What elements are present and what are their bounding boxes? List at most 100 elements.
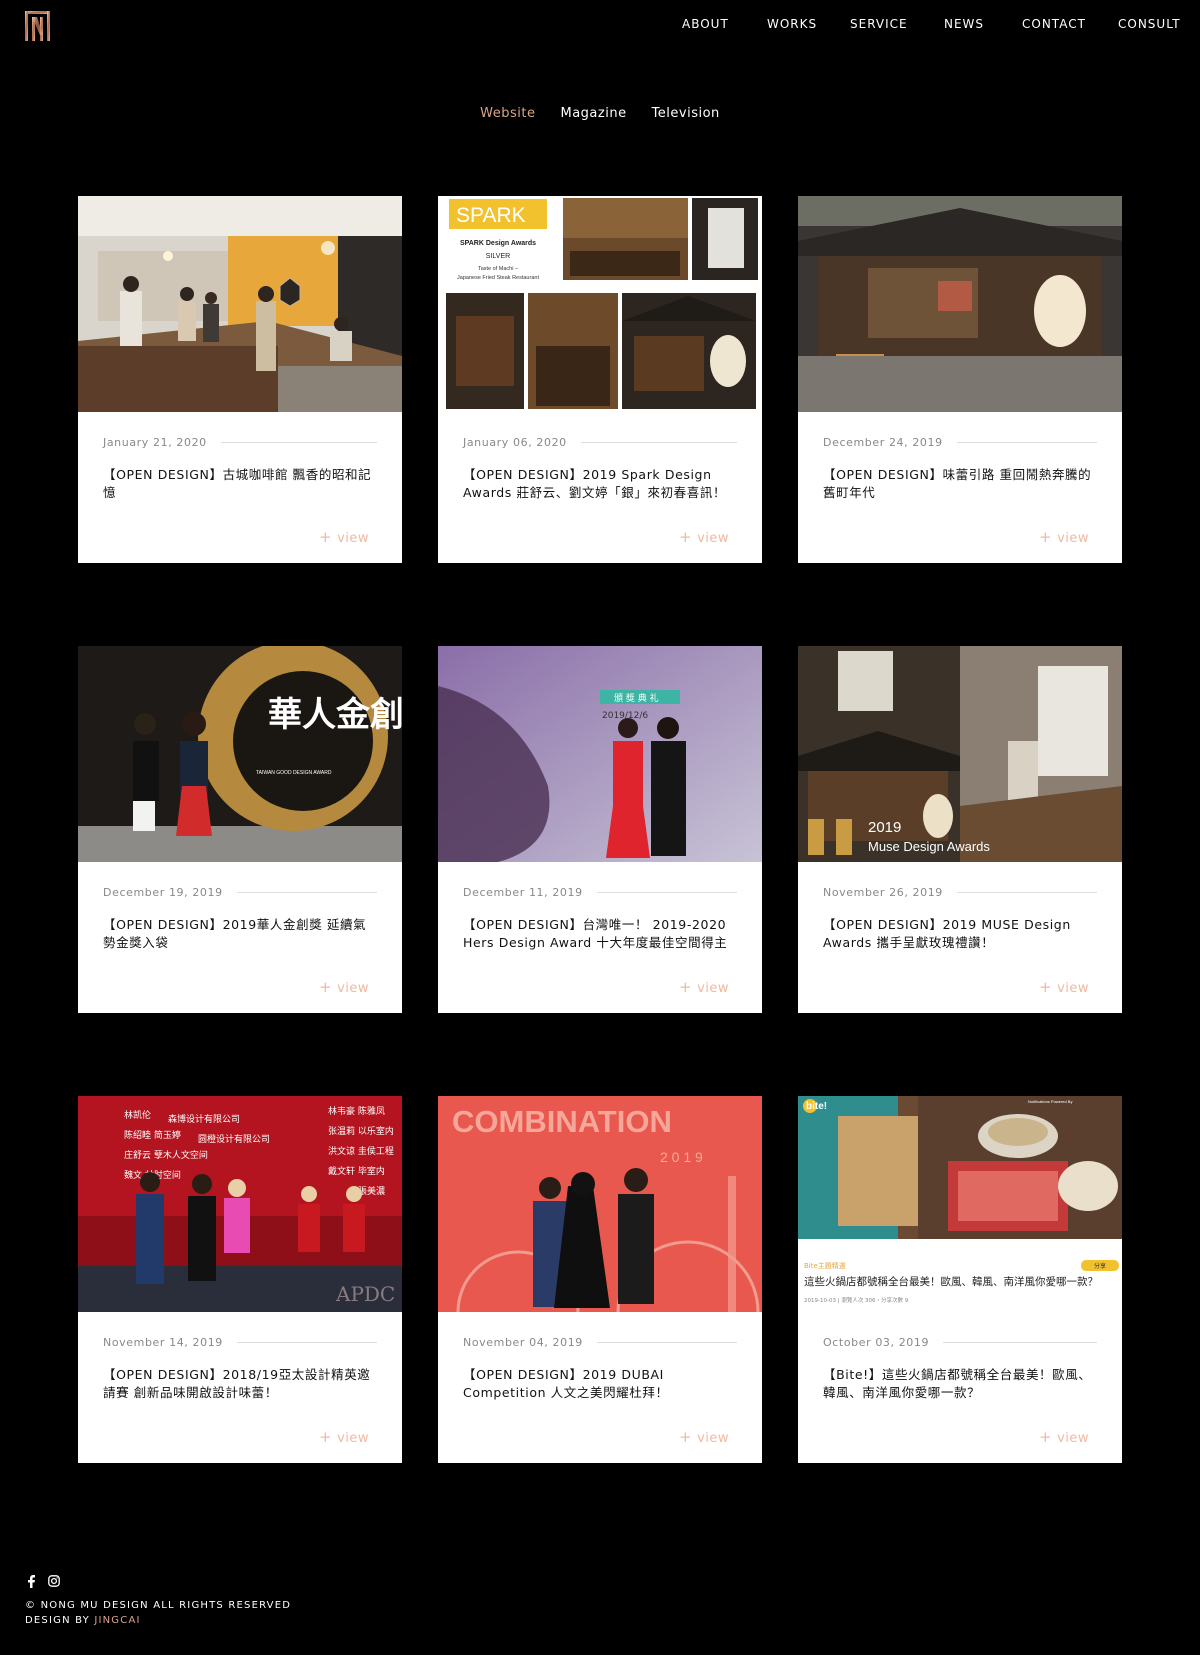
view-link[interactable]: + view (1039, 528, 1089, 546)
divider (236, 1342, 377, 1343)
card-date: November 26, 2019 (823, 886, 943, 899)
news-card[interactable]: COMBINATION 2 0 1 9 November 04, 2019 【O… (438, 1096, 762, 1463)
nav-consult[interactable]: CONSULT (1118, 17, 1181, 31)
view-link[interactable]: + view (319, 978, 369, 996)
plus-icon: + (318, 1428, 333, 1446)
nav-about[interactable]: ABOUT (682, 17, 729, 31)
view-link[interactable]: + view (679, 528, 729, 546)
tab-website[interactable]: Website (480, 106, 535, 121)
muse-year-text: 2019 (868, 819, 901, 836)
view-label: view (1057, 1431, 1089, 1446)
plus-icon: + (678, 528, 693, 546)
view-label: view (337, 981, 369, 996)
tab-magazine[interactable]: Magazine (561, 106, 627, 121)
design-credit-prefix: DESIGN BY (25, 1615, 95, 1626)
nav-contact[interactable]: CONTACT (1022, 17, 1086, 31)
news-card[interactable]: 林凯伦 森博设计有限公司 陈绍睦 简玉婷 圆橙设计有限公司 庄舒云 孽木人文空间… (78, 1096, 402, 1463)
view-label: view (697, 981, 729, 996)
bite-headline-text: 這些火鍋店都號稱全台最美！歐風、韓風、南洋風你愛哪一款？ (804, 1275, 1098, 1288)
view-label: view (697, 531, 729, 546)
view-label: view (337, 1431, 369, 1446)
plus-icon: + (1038, 1428, 1053, 1446)
card-image-storefront[interactable] (798, 196, 1122, 412)
card-title[interactable]: 【OPEN DESIGN】2018/19亞太設計精英邀請賽 創新品味開啟設計味蕾… (103, 1366, 377, 1402)
bite-notification-text: Notifications Powered By (1028, 1099, 1072, 1104)
card-date: January 06, 2020 (463, 436, 567, 449)
divider (943, 1342, 1097, 1343)
divider (220, 442, 377, 443)
award-en-text: TAIWAN GOOD DESIGN AWARD (256, 770, 332, 776)
card-title[interactable]: 【Bite!】這些火鍋店都號稱全台最美！歐風、韓風、南洋風你愛哪一款？ (823, 1366, 1097, 1402)
plus-icon: + (318, 528, 333, 546)
card-title[interactable]: 【OPEN DESIGN】2019 MUSE Design Awards 攜手呈… (823, 916, 1097, 952)
apdc-list-item: 林韦豪 陈雅凤 (328, 1105, 385, 1117)
card-title[interactable]: 【OPEN DESIGN】2019 DUBAI Competition 人文之美… (463, 1366, 737, 1402)
combination-text: COMBINATION (452, 1104, 672, 1139)
spark-brand-text: SPARK (456, 204, 526, 227)
card-image-cafe[interactable] (78, 196, 402, 412)
card-date: December 19, 2019 (103, 886, 223, 899)
nav-works[interactable]: WORKS (767, 17, 817, 31)
card-image-spark[interactable]: SPARK SPARK Design Awards SILVER Taste o… (438, 196, 762, 412)
facebook-icon[interactable] (27, 1575, 36, 1591)
tab-television[interactable]: Television (652, 106, 720, 121)
plus-icon: + (318, 978, 333, 996)
card-image-bite-hotpot[interactable]: bite! Notifications Powered By Bite主題精選 … (798, 1096, 1122, 1312)
spark-level-text: SILVER (486, 253, 510, 260)
instagram-icon[interactable] (48, 1575, 60, 1591)
view-link[interactable]: + view (679, 1428, 729, 1446)
view-label: view (697, 1431, 729, 1446)
card-title[interactable]: 【OPEN DESIGN】台灣唯一！ 2019-2020 Hers Design… (463, 916, 737, 952)
apdc-list-item: 洪文谅 圭侯工程 (328, 1145, 394, 1157)
apdc-list-item: 戴文轩 毕室内 (328, 1165, 385, 1177)
view-link[interactable]: + view (679, 978, 729, 996)
news-card[interactable]: January 21, 2020 【OPEN DESIGN】古城咖啡館 飄香的昭… (78, 196, 402, 563)
bite-share-text: 分享 (1094, 1262, 1106, 1270)
view-label: view (1057, 531, 1089, 546)
view-link[interactable]: + view (319, 528, 369, 546)
divider (236, 892, 377, 893)
news-card[interactable]: December 24, 2019 【OPEN DESIGN】味蕾引路 重回鬧熱… (798, 196, 1122, 563)
award-logo-text: 華人金創獎 (268, 695, 402, 735)
card-date: December 24, 2019 (823, 436, 943, 449)
card-date: December 11, 2019 (463, 886, 583, 899)
plus-icon: + (678, 1428, 693, 1446)
nav-service[interactable]: SERVICE (850, 17, 908, 31)
card-image-apdc-ceremony[interactable]: 林凯伦 森博设计有限公司 陈绍睦 简玉婷 圆橙设计有限公司 庄舒云 孽木人文空间… (78, 1096, 402, 1312)
card-title[interactable]: 【OPEN DESIGN】2019 Spark Design Awards 莊舒… (463, 466, 737, 502)
card-date: November 04, 2019 (463, 1336, 583, 1349)
view-link[interactable]: + view (319, 1428, 369, 1446)
divider (956, 442, 1097, 443)
news-card[interactable]: SPARK SPARK Design Awards SILVER Taste o… (438, 196, 762, 563)
muse-name-text: Muse Design Awards (868, 839, 990, 854)
card-image-dubai-combination[interactable]: COMBINATION 2 0 1 9 (438, 1096, 762, 1312)
apdc-list-item: 森博设计有限公司 (168, 1113, 240, 1125)
divider (580, 442, 737, 443)
card-title[interactable]: 【OPEN DESIGN】味蕾引路 重回鬧熱奔騰的舊町年代 (823, 466, 1097, 502)
card-image-hers-award[interactable]: 頒 獎 典 礼 2019/12/6 (438, 646, 762, 862)
copyright-text: © NONG MU DESIGN ALL RIGHTS RESERVED (25, 1600, 292, 1611)
hers-banner-text: 頒 獎 典 礼 (614, 692, 659, 704)
view-label: view (1057, 981, 1089, 996)
spark-sub2-text: Japanese Fried Steak Restaurant (457, 275, 539, 281)
card-image-muse-award[interactable]: 2019 Muse Design Awards (798, 646, 1122, 862)
view-link[interactable]: + view (1039, 1428, 1089, 1446)
card-title[interactable]: 【OPEN DESIGN】2019華人金創獎 延續氣勢金獎入袋 (103, 916, 377, 952)
news-card[interactable]: bite! Notifications Powered By Bite主題精選 … (798, 1096, 1122, 1463)
news-card[interactable]: 頒 獎 典 礼 2019/12/6 December 11, 2019 【OPE… (438, 646, 762, 1013)
design-credit-link[interactable]: JINGCAI (94, 1615, 140, 1626)
nav-news[interactable]: NEWS (944, 17, 984, 31)
card-date: October 03, 2019 (823, 1336, 930, 1349)
card-image-golden-award[interactable]: 華人金創獎 TAIWAN GOOD DESIGN AWARD (78, 646, 402, 862)
news-card[interactable]: 華人金創獎 TAIWAN GOOD DESIGN AWARD December … (78, 646, 402, 1013)
view-link[interactable]: + view (1039, 978, 1089, 996)
apdc-list-item: 陈绍睦 简玉婷 (124, 1129, 181, 1141)
plus-icon: + (1038, 978, 1053, 996)
spark-award-text: SPARK Design Awards (460, 240, 536, 247)
apdc-list-item: 圆橙设计有限公司 (198, 1133, 270, 1145)
bite-meta-text: 2019-10-03 | 瀏覽人次 306・分享次數 9 (804, 1296, 909, 1304)
news-card[interactable]: 2019 Muse Design Awards November 26, 201… (798, 646, 1122, 1013)
card-title[interactable]: 【OPEN DESIGN】古城咖啡館 飄香的昭和記憶 (103, 466, 377, 502)
plus-icon: + (678, 978, 693, 996)
social-links (27, 1575, 60, 1591)
